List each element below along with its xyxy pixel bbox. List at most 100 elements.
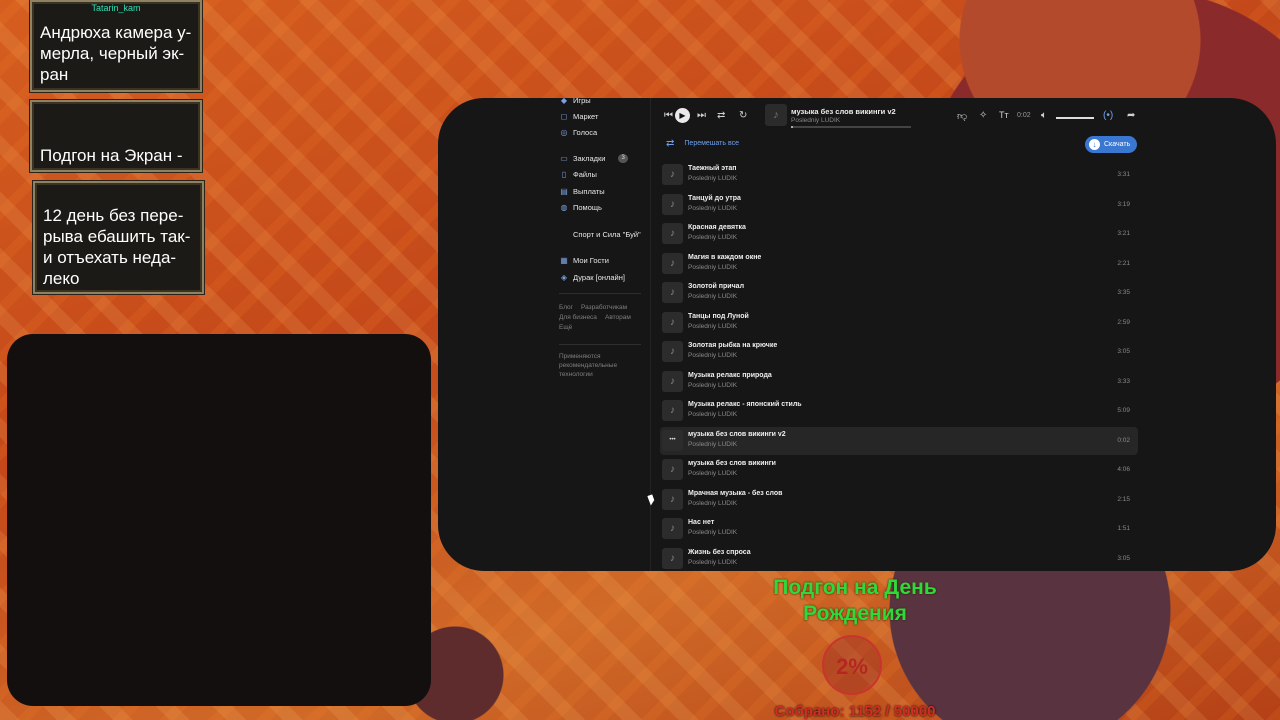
sidebar-note: Применяются рекомендательные технологии	[559, 353, 618, 378]
track-title[interactable]: Таежный этап	[688, 165, 737, 172]
track-artist[interactable]: Posledniy LUDIK	[688, 352, 737, 359]
track-title[interactable]: Танцы под Луной	[688, 313, 749, 320]
track-duration: 3:31	[1117, 171, 1130, 178]
sidebar-item[interactable]: ◈ Дурак [онлайн]	[560, 273, 625, 282]
track-title[interactable]: музыка без слов викинги	[688, 460, 776, 467]
sidebar-divider	[559, 293, 641, 294]
track-title[interactable]: Золотая рыбка на крючке	[688, 342, 777, 349]
music-note-icon[interactable]: ♪	[662, 252, 683, 274]
previous-icon[interactable]: ⏮	[664, 110, 673, 121]
track-title[interactable]: Музыка релакс - японский стиль	[688, 401, 802, 408]
music-note-icon[interactable]: ♪	[662, 518, 683, 539]
track-row[interactable]: ♪ Золотой причал Posledniy LUDIK 3:35	[660, 279, 1138, 307]
music-note-icon[interactable]: ♪	[662, 547, 683, 569]
sidebar-item[interactable]: ◆ Игры	[560, 98, 591, 105]
track-artist[interactable]: Posledniy LUDIK	[688, 264, 737, 271]
chat-message-3: 12 день без пере- рыва ебашить так- и от…	[33, 181, 204, 294]
progress-bar[interactable]	[791, 126, 911, 128]
sidebar-divider	[559, 344, 641, 345]
track-title[interactable]: Магия в каждом окне	[688, 254, 761, 261]
recommend-icon[interactable]: ✧	[979, 110, 987, 121]
track-row[interactable]: ♪ Красная девятка Posledniy LUDIK 3:21	[660, 220, 1138, 248]
track-row[interactable]: ♪ Мрачная музыка - без слов Posledniy LUDI…	[660, 486, 1138, 514]
share-icon[interactable]: ➦	[1127, 110, 1135, 121]
track-artist[interactable]: Posledniy LUDIK	[688, 441, 737, 448]
sidebar-item[interactable]: ▭ Закладки 3	[560, 154, 628, 163]
playing-icon[interactable]: •••	[662, 429, 683, 451]
sidebar-item[interactable]: Спорт и Сила "Буй"	[560, 230, 641, 239]
track-artist[interactable]: Posledniy LUDIK	[688, 529, 737, 536]
music-note-icon[interactable]: ♪	[662, 488, 683, 510]
sidebar-item[interactable]: ▦ Мои Гости	[560, 256, 609, 265]
play-button[interactable]: ▶	[675, 108, 690, 123]
repeat-icon[interactable]: ↻	[739, 110, 747, 121]
track-row[interactable]: ♪ Танцуй до утра Posledniy LUDIK 3:19	[660, 191, 1138, 219]
track-row[interactable]: ••• музыка без слов викинги v2 Posledniy L…	[660, 426, 1138, 455]
track-artist[interactable]: Posledniy LUDIK	[688, 205, 737, 212]
dislike-icon[interactable]: 👎︎	[957, 110, 967, 122]
music-note-icon[interactable]: ♪	[662, 459, 683, 480]
sidebar-footer-link[interactable]: Авторам	[605, 313, 631, 323]
music-note-icon[interactable]: ♪	[662, 311, 683, 333]
track-artist[interactable]: Posledniy LUDIK	[688, 293, 737, 300]
sidebar-item[interactable]: ◍ Помощь	[560, 203, 602, 212]
volume-icon[interactable]: 🔈︎	[1041, 110, 1047, 121]
sidebar-item[interactable]: ◎ Голоса	[560, 128, 598, 137]
community-icon	[560, 231, 568, 239]
now-playing-title: музыка без слов викинги v2	[791, 107, 896, 116]
track-title[interactable]: Мрачная музыка - без слов	[688, 490, 782, 497]
track-title[interactable]: Золотой причал	[688, 283, 744, 290]
track-row[interactable]: ♪ Жизнь без спроса Posledniy LUDIK 3:05	[660, 545, 1138, 572]
music-note-icon[interactable]: ♪	[662, 193, 683, 215]
track-artist[interactable]: Posledniy LUDIK	[688, 234, 737, 241]
sidebar-footer-link[interactable]: Ещё	[559, 323, 572, 333]
chat-message-2: Подгон на Экран - donationalerts	[30, 100, 202, 207]
shuffle-icon[interactable]: ⇄	[717, 110, 725, 121]
download-icon: ↓	[1089, 139, 1100, 150]
broadcast-icon[interactable]: (•)	[1103, 110, 1113, 121]
sidebar-footer-link[interactable]: Разработчикам	[581, 303, 627, 313]
lyrics-icon[interactable]: Tт	[999, 110, 1009, 120]
shuffle-all-button[interactable]: ⇄ Перемешать все	[666, 138, 739, 149]
music-note-icon[interactable]: ♪	[662, 400, 683, 421]
sidebar-footer-link[interactable]: Для бизнеса	[559, 313, 597, 323]
track-row[interactable]: ♪ Таежный этап Posledniy LUDIK 3:31	[660, 161, 1138, 189]
track-artist[interactable]: Posledniy LUDIK	[688, 411, 737, 418]
now-playing-artist: Posledniy LUDIK	[791, 117, 841, 124]
track-row[interactable]: ♪ Музыка релакс природа Posledniy LUDIK 3:3…	[660, 368, 1138, 396]
sidebar-item[interactable]: ▯ Файлы	[560, 170, 597, 179]
track-title[interactable]: Красная девятка	[688, 224, 746, 231]
sidebar-item[interactable]: ◻ Маркет	[560, 112, 599, 121]
volume-slider[interactable]	[1056, 117, 1094, 119]
sidebar-footer-link[interactable]: Блог	[559, 303, 573, 313]
track-row[interactable]: ♪ Магия в каждом окне Posledniy LUDIK 2:21	[660, 250, 1138, 278]
track-row[interactable]: ♪ Золотая рыбка на крючке Posledniy LUDIK 3…	[660, 338, 1138, 366]
track-row[interactable]: ♪ Нас нет Posledniy LUDIK 1:51	[660, 515, 1138, 543]
music-note-icon[interactable]: ♪	[662, 370, 683, 392]
track-title[interactable]: Нас нет	[688, 519, 714, 526]
track-artist[interactable]: Posledniy LUDIK	[688, 382, 737, 389]
track-row[interactable]: ♪ Музыка релакс - японский стиль Posledniy…	[660, 397, 1138, 425]
next-icon[interactable]: ⏭	[697, 110, 706, 121]
sidebar-item[interactable]: ▤ Выплаты	[560, 187, 604, 196]
track-artist[interactable]: Posledniy LUDIK	[688, 559, 737, 566]
track-title[interactable]: музыка без слов викинги v2	[688, 431, 786, 438]
sidebar-item-label: Помощь	[573, 203, 602, 212]
download-button[interactable]: ↓ Скачать	[1085, 136, 1138, 153]
track-artist[interactable]: Posledniy LUDIK	[688, 500, 737, 507]
music-note-icon[interactable]: ♪	[662, 164, 683, 185]
track-title[interactable]: Жизнь без спроса	[688, 549, 751, 556]
music-note-icon[interactable]: ♪	[662, 223, 683, 244]
track-artist[interactable]: Posledniy LUDIK	[688, 470, 737, 477]
track-artist[interactable]: Posledniy LUDIK	[688, 175, 737, 182]
track-row[interactable]: ♪ Танцы под Луной Posledniy LUDIK 2:59	[660, 309, 1138, 337]
track-artist[interactable]: Posledniy LUDIK	[688, 323, 737, 330]
apps-icon: ▦	[560, 255, 568, 265]
chat-message-line: Подгон на Экран -	[40, 146, 183, 165]
track-title[interactable]: Музыка релакс природа	[688, 372, 772, 379]
music-note-icon[interactable]: ♪	[662, 341, 683, 362]
track-title[interactable]: Танцуй до утра	[688, 195, 741, 202]
track-row[interactable]: ♪ музыка без слов викинги Posledniy LUDIK 4…	[660, 456, 1138, 484]
music-note-icon[interactable]: ♪	[662, 282, 683, 303]
games-icon: ◆	[560, 98, 568, 105]
